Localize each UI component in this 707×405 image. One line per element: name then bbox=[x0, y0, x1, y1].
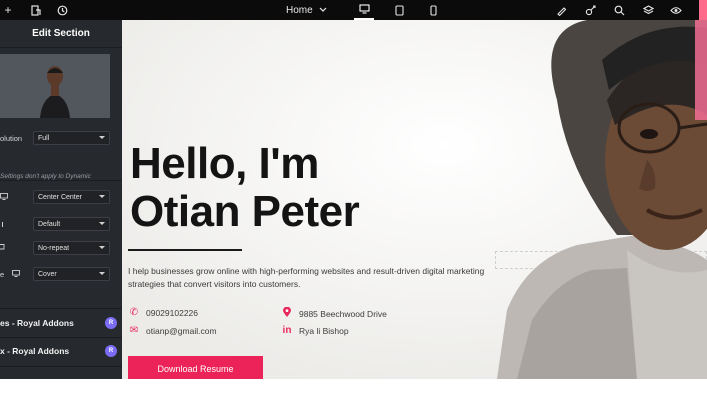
caret-down-icon bbox=[99, 195, 105, 198]
caret-down-icon bbox=[99, 272, 105, 275]
size-value: Cover bbox=[38, 270, 57, 278]
resolution-row: olution Full bbox=[0, 130, 122, 146]
monitor-icon bbox=[12, 269, 20, 279]
size-row: e Cover bbox=[0, 266, 122, 282]
hero-headline: Hello, I'm Otian Peter bbox=[130, 139, 360, 236]
email-text: otianp@gmail.com bbox=[146, 325, 217, 336]
structure-icon[interactable] bbox=[28, 0, 44, 20]
hero-portrait bbox=[497, 20, 707, 379]
panel-title: Edit Section bbox=[0, 20, 122, 48]
hero-intro: I help businesses grow online with high-… bbox=[128, 266, 485, 289]
divider bbox=[0, 180, 122, 181]
attachment-label-fragment bbox=[0, 221, 3, 227]
tablet-icon bbox=[394, 4, 404, 16]
headline-line-2: Otian Peter bbox=[130, 187, 360, 236]
caret-down-icon bbox=[99, 136, 105, 139]
headline-line-1: Hello, I'm bbox=[130, 139, 319, 188]
caret-down-icon bbox=[99, 246, 105, 249]
mobile-icon bbox=[429, 4, 437, 16]
history-icon[interactable] bbox=[54, 0, 70, 20]
repeat-select[interactable]: No-repeat bbox=[33, 241, 110, 255]
royal-addons-badge: R bbox=[105, 345, 117, 357]
attachment-select[interactable]: Default bbox=[33, 217, 110, 231]
linkedin-text: Rya li Bishop bbox=[299, 325, 349, 336]
download-resume-button[interactable]: Download Resume bbox=[128, 356, 263, 379]
size-label: e bbox=[0, 269, 5, 279]
headline-divider bbox=[128, 249, 242, 251]
attachment-value: Default bbox=[38, 220, 61, 228]
plus-icon[interactable]: + bbox=[0, 0, 16, 20]
tablet-view-button[interactable] bbox=[389, 0, 409, 20]
resolution-select[interactable]: Full bbox=[33, 131, 110, 145]
repeat-value: No-repeat bbox=[38, 244, 70, 252]
addon-section-1-label: es - Royal Addons bbox=[0, 318, 74, 328]
phone-text: 09029102226 bbox=[146, 307, 199, 318]
background-image-preview[interactable] bbox=[0, 54, 110, 118]
addon-section-1[interactable]: es - Royal Addons R bbox=[0, 310, 122, 336]
editor-panel: Edit Section olution Full Settings don't… bbox=[0, 20, 122, 379]
linkedin-icon: in bbox=[282, 325, 292, 336]
addon-section-2[interactable]: x - Royal Addons R bbox=[0, 338, 122, 364]
monitor-icon bbox=[0, 243, 5, 253]
caret-down-icon bbox=[99, 222, 105, 225]
resolution-label: olution bbox=[0, 133, 23, 143]
divider bbox=[0, 308, 122, 309]
position-select[interactable]: Center Center bbox=[33, 190, 110, 204]
position-value: Center Center bbox=[38, 193, 82, 201]
mobile-view-button[interactable] bbox=[423, 0, 443, 20]
divider bbox=[0, 366, 122, 367]
envelope-icon: ✉ bbox=[129, 325, 139, 336]
map-pin-icon bbox=[281, 306, 293, 320]
contact-address: 9885 Beechwood Drive bbox=[281, 306, 387, 320]
desktop-view-button[interactable] bbox=[354, 0, 374, 20]
address-text: 9885 Beechwood Drive bbox=[299, 308, 387, 319]
eye-icon[interactable] bbox=[668, 0, 684, 20]
plug-icon[interactable] bbox=[583, 0, 599, 20]
contact-linkedin: in Rya li Bishop bbox=[281, 325, 349, 336]
page-selector[interactable]: Home bbox=[286, 0, 327, 20]
layers-icon[interactable] bbox=[640, 0, 656, 20]
editor-topbar: + Home bbox=[0, 0, 707, 20]
contact-phone: ✆ 09029102226 bbox=[128, 307, 198, 318]
addon-section-2-label: x - Royal Addons bbox=[0, 346, 70, 356]
desktop-icon bbox=[358, 4, 370, 14]
page-selector-label: Home bbox=[286, 4, 313, 16]
publish-button-edge[interactable] bbox=[699, 0, 707, 20]
chevron-down-icon bbox=[319, 7, 327, 12]
size-select[interactable]: Cover bbox=[33, 267, 110, 281]
attachment-row: Default bbox=[0, 216, 122, 232]
phone-icon: ✆ bbox=[129, 307, 139, 318]
monitor-icon bbox=[0, 192, 8, 202]
search-icon[interactable] bbox=[611, 0, 627, 20]
position-row: Center Center bbox=[0, 189, 122, 205]
paint-icon[interactable] bbox=[553, 0, 569, 20]
repeat-row: No-repeat bbox=[0, 240, 122, 256]
page-canvas: Hello, I'm Otian Peter I help businesses… bbox=[122, 20, 707, 379]
resolution-value: Full bbox=[38, 134, 50, 142]
royal-addons-badge: R bbox=[105, 317, 117, 329]
contact-email: ✉ otianp@gmail.com bbox=[128, 325, 217, 336]
